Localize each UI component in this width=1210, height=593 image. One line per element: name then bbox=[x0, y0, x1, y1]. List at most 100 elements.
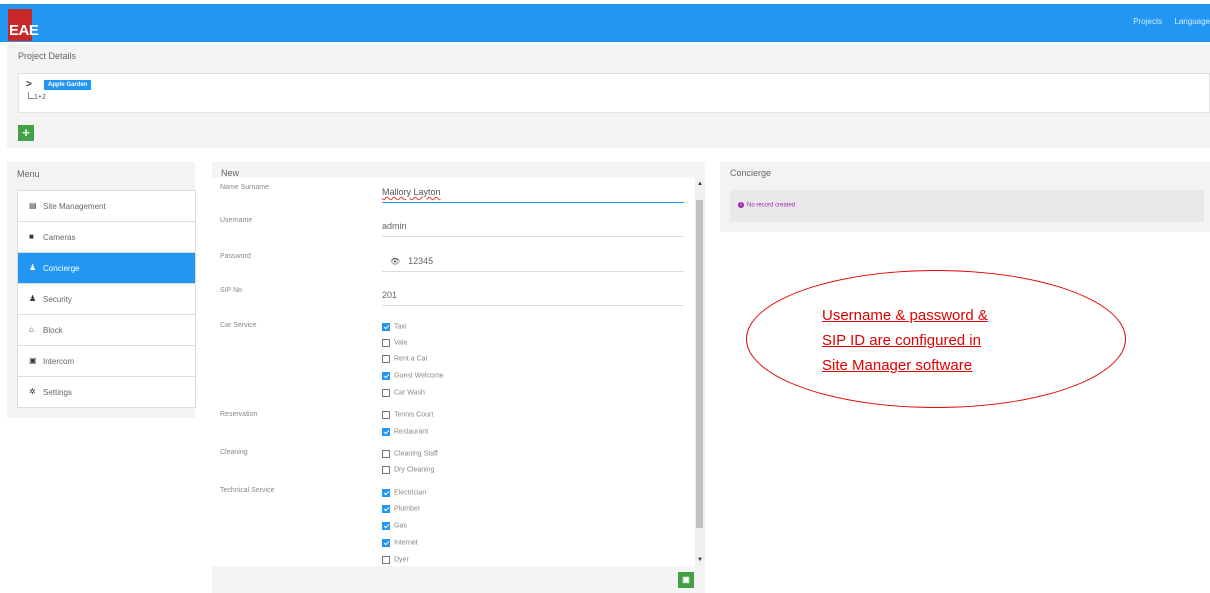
project-tree: > Apple Garden 1+2 bbox=[18, 73, 1210, 113]
car-service-label: Car Service bbox=[220, 322, 257, 329]
sidebar-item-security[interactable]: ♟ Security bbox=[18, 284, 195, 315]
checkbox-label: Restaurant bbox=[394, 428, 429, 436]
logo-text: EAE bbox=[9, 22, 39, 39]
checkbox-gas[interactable]: Gas bbox=[382, 522, 407, 532]
sidebar-item-site-management[interactable]: ▤ Site Management bbox=[18, 191, 195, 222]
menu-list: ▤ Site Management ■ Cameras ♟ Concierge … bbox=[17, 190, 196, 408]
checkbox-box[interactable] bbox=[382, 428, 390, 436]
username-label: Username bbox=[220, 217, 253, 224]
sidebar-item-cameras[interactable]: ■ Cameras bbox=[18, 222, 195, 253]
checkbox-tennis-court[interactable]: Tennis Court bbox=[382, 411, 433, 421]
checkbox-restaurant[interactable]: Restaurant bbox=[382, 428, 428, 438]
checkbox-box[interactable] bbox=[382, 505, 390, 513]
sidebar-item-settings[interactable]: ✲ Settings bbox=[18, 377, 195, 407]
checkbox-vale[interactable]: Vale bbox=[382, 339, 408, 349]
nav-language-dropdown[interactable]: Language bbox=[1174, 17, 1210, 26]
checkbox-box[interactable] bbox=[382, 522, 390, 530]
checkbox-box[interactable] bbox=[382, 372, 390, 380]
menu-title: Menu bbox=[17, 169, 40, 179]
checkbox-box[interactable] bbox=[382, 323, 390, 331]
scroll-thumb[interactable] bbox=[696, 200, 703, 528]
new-form-title: New bbox=[221, 168, 240, 178]
checkbox-label: Vale bbox=[394, 339, 408, 347]
checkbox-label: Dry Cleaning bbox=[394, 466, 435, 474]
checkbox-label: Plumber bbox=[394, 505, 421, 513]
checkbox-box[interactable] bbox=[382, 411, 390, 419]
list-icon: ▤ bbox=[29, 201, 37, 210]
checkbox-box[interactable] bbox=[382, 539, 390, 547]
checkbox-label: Gas bbox=[394, 522, 407, 530]
sidebar-item-concierge[interactable]: ♟ Concierge bbox=[18, 253, 195, 284]
nav-projects-link[interactable]: Projects bbox=[1133, 17, 1162, 26]
menu-panel: Menu ▤ Site Management ■ Cameras ♟ Conci… bbox=[7, 162, 196, 418]
save-button[interactable]: ▣ bbox=[678, 572, 694, 588]
sidebar-item-label: Site Management bbox=[43, 202, 106, 211]
annotation-line: Username & password & bbox=[822, 307, 988, 324]
eye-icon[interactable]: 👁 bbox=[390, 257, 400, 266]
camera-icon: ■ bbox=[29, 232, 34, 241]
name-surname-input[interactable]: Mallory Layton bbox=[382, 187, 684, 203]
eae-logo[interactable]: EAE bbox=[8, 9, 39, 41]
sidebar-item-intercom[interactable]: ▣ Intercom bbox=[18, 346, 195, 377]
new-concierge-form: Name Surname Mallory Layton Username adm… bbox=[212, 178, 695, 566]
sidebar-item-label: Intercom bbox=[43, 357, 75, 366]
checkbox-label: Rent a Car bbox=[394, 355, 428, 363]
no-record-text: No record created bbox=[747, 202, 796, 209]
checkbox-label: Guest Welcome bbox=[394, 372, 444, 380]
checkbox-car-wash[interactable]: Car Wash bbox=[382, 389, 425, 399]
concierge-title: Concierge bbox=[730, 168, 772, 178]
checkbox-dry-cleaning[interactable]: Dry Cleaning bbox=[382, 466, 434, 476]
username-input[interactable]: admin bbox=[382, 221, 684, 237]
checkbox-box[interactable] bbox=[382, 466, 390, 474]
checkbox-box[interactable] bbox=[382, 389, 390, 397]
sip-no-input[interactable]: 201 bbox=[382, 290, 684, 306]
password-input[interactable]: 👁 12345 bbox=[382, 256, 684, 272]
checkbox-label: Internet bbox=[394, 539, 418, 547]
user-icon: ♟ bbox=[29, 263, 37, 272]
intercom-icon: ▣ bbox=[29, 356, 37, 365]
save-icon: ▣ bbox=[682, 575, 690, 584]
annotation-line: Site Manager software bbox=[822, 357, 973, 374]
tree-node-root[interactable]: Apple Garden bbox=[44, 80, 92, 90]
reservation-label: Reservation bbox=[220, 411, 258, 418]
scroll-down-arrow-icon[interactable]: ▼ bbox=[697, 557, 703, 563]
checkbox-plumber[interactable]: Plumber bbox=[382, 505, 420, 515]
gear-icon: ✲ bbox=[29, 387, 36, 396]
no-record-alert: i No record created bbox=[738, 202, 795, 209]
checkbox-electrician[interactable]: Electrician bbox=[382, 489, 426, 499]
checkbox-label: Cleaning Staff bbox=[394, 450, 438, 458]
sidebar-item-block[interactable]: ⌂ Block bbox=[18, 315, 195, 346]
name-surname-value: Mallory Layton bbox=[382, 187, 441, 197]
concierge-panel: Concierge i No record created bbox=[720, 162, 1210, 232]
home-icon: ⌂ bbox=[29, 325, 34, 334]
checkbox-guest-welcome[interactable]: Guest Welcome bbox=[382, 372, 444, 382]
checkbox-box[interactable] bbox=[382, 355, 390, 363]
tree-node-child[interactable]: 1+2 bbox=[34, 94, 46, 101]
checkbox-label: Dyer bbox=[394, 556, 409, 564]
form-scrollbar[interactable]: ▲ ▼ bbox=[695, 178, 705, 566]
top-navbar: EAE Projects Language bbox=[0, 4, 1210, 42]
scroll-up-arrow-icon[interactable]: ▲ bbox=[697, 181, 703, 187]
checkbox-label: Tennis Court bbox=[394, 411, 434, 419]
user-icon: ♟ bbox=[29, 294, 37, 303]
new-concierge-panel: New Name Surname Mallory Layton Username… bbox=[212, 162, 705, 593]
sidebar-item-label: Settings bbox=[43, 388, 72, 397]
checkbox-internet[interactable]: Internet bbox=[382, 539, 418, 549]
checkbox-rent-a-car[interactable]: Rent a Car bbox=[382, 355, 428, 365]
checkbox-box[interactable] bbox=[382, 450, 390, 458]
cleaning-label: Cleaning bbox=[220, 449, 248, 456]
checkbox-box[interactable] bbox=[382, 489, 390, 497]
sip-no-label: SIP No bbox=[220, 287, 243, 294]
checkbox-label: Car Wash bbox=[394, 389, 425, 397]
checkbox-label: Electrician bbox=[394, 489, 427, 497]
name-surname-label: Name Surname bbox=[220, 184, 270, 191]
checkbox-taxi[interactable]: Taxi bbox=[382, 323, 406, 333]
password-value: 12345 bbox=[408, 256, 434, 266]
add-button[interactable]: + bbox=[18, 125, 34, 141]
sidebar-item-label: Security bbox=[43, 295, 72, 304]
chevron-right-icon[interactable]: > bbox=[26, 79, 32, 90]
checkbox-box[interactable] bbox=[382, 339, 390, 347]
checkbox-dyer[interactable]: Dyer bbox=[382, 556, 409, 566]
checkbox-cleaning-staff[interactable]: Cleaning Staff bbox=[382, 450, 438, 460]
checkbox-box[interactable] bbox=[382, 556, 390, 564]
